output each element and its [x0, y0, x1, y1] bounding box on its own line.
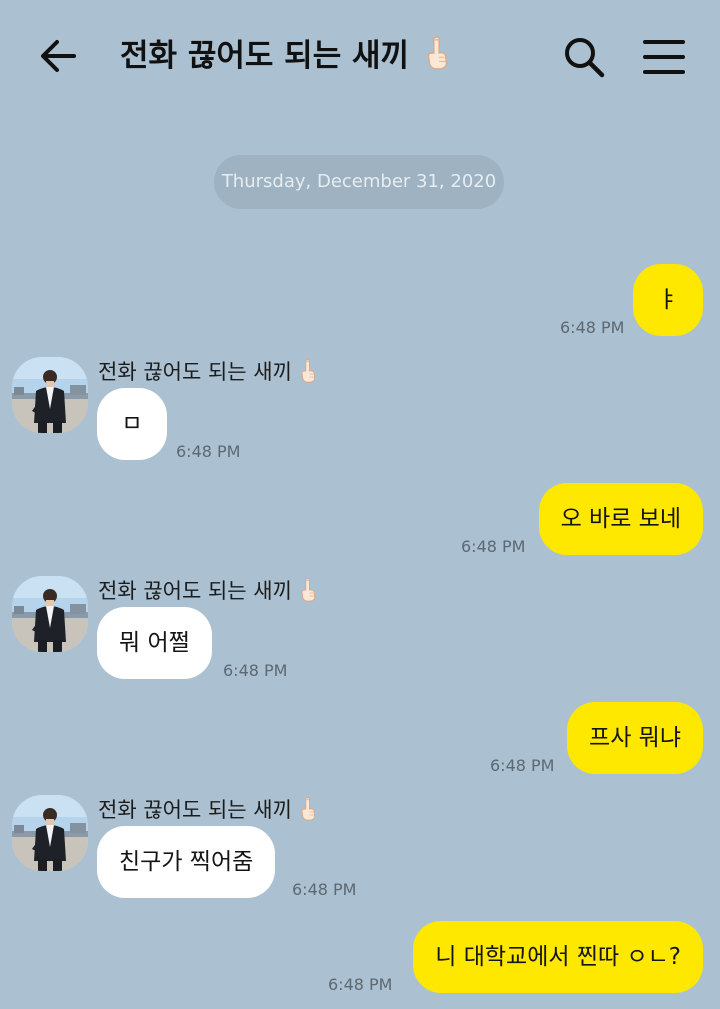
search-icon — [565, 38, 605, 78]
message-time: 6:48 PM — [328, 975, 393, 994]
arrow-left-icon — [41, 40, 76, 72]
incoming-message[interactable]: 친구가 찍어줌 — [97, 826, 276, 898]
hamburger-menu-icon — [643, 40, 685, 74]
menu-button[interactable] — [642, 38, 686, 76]
avatar[interactable] — [12, 795, 88, 871]
outgoing-message[interactable]: 오 바로 보네 — [538, 483, 703, 555]
message-time: 6:48 PM — [490, 756, 555, 775]
middle-finger-emoji-icon — [424, 36, 450, 70]
message-text: ㅑ — [657, 287, 679, 313]
message-text: 오 바로 보네 — [560, 506, 681, 532]
message-text: ㅁ — [121, 411, 143, 437]
sender-name-text: 전화 끊어도 되는 새끼 — [98, 798, 292, 822]
chat-title: 전화 끊어도 되는 새끼 — [120, 30, 450, 82]
chat-title-text: 전화 끊어도 되는 새끼 — [120, 38, 410, 74]
sender-name: 전화 끊어도 되는 새끼 — [98, 575, 317, 605]
message-time: 6:48 PM — [560, 318, 625, 337]
sender-name-text: 전화 끊어도 되는 새끼 — [98, 360, 292, 384]
middle-finger-emoji-icon — [299, 797, 317, 821]
message-text: 친구가 찍어줌 — [119, 849, 254, 875]
back-button[interactable] — [38, 36, 78, 76]
incoming-message[interactable]: ㅁ — [97, 388, 167, 460]
date-divider: Thursday, December 31, 2020 — [214, 155, 504, 209]
incoming-message[interactable]: 뭐 어쩔 — [97, 607, 212, 679]
message-text: 뭐 어쩔 — [119, 630, 190, 656]
message-time: 6:48 PM — [292, 880, 357, 899]
outgoing-message[interactable]: 니 대학교에서 찐따 ㅇㄴ? — [413, 921, 703, 993]
sender-name: 전화 끊어도 되는 새끼 — [98, 356, 317, 386]
middle-finger-emoji-icon — [299, 359, 317, 383]
avatar[interactable] — [12, 357, 88, 433]
sender-name-text: 전화 끊어도 되는 새끼 — [98, 579, 292, 603]
outgoing-message[interactable]: 프사 뭐냐 — [567, 702, 703, 774]
middle-finger-emoji-icon — [299, 578, 317, 602]
outgoing-message[interactable]: ㅑ — [633, 264, 703, 336]
sender-name: 전화 끊어도 되는 새끼 — [98, 794, 317, 824]
message-text: 프사 뭐냐 — [589, 725, 681, 751]
search-button[interactable] — [562, 35, 606, 79]
avatar[interactable] — [12, 576, 88, 652]
chat-header: 전화 끊어도 되는 새끼 — [0, 0, 720, 112]
message-text: 니 대학교에서 찐따 ㅇㄴ? — [435, 944, 681, 970]
message-time: 6:48 PM — [176, 442, 241, 461]
message-time: 6:48 PM — [461, 537, 526, 556]
message-time: 6:48 PM — [223, 661, 288, 680]
